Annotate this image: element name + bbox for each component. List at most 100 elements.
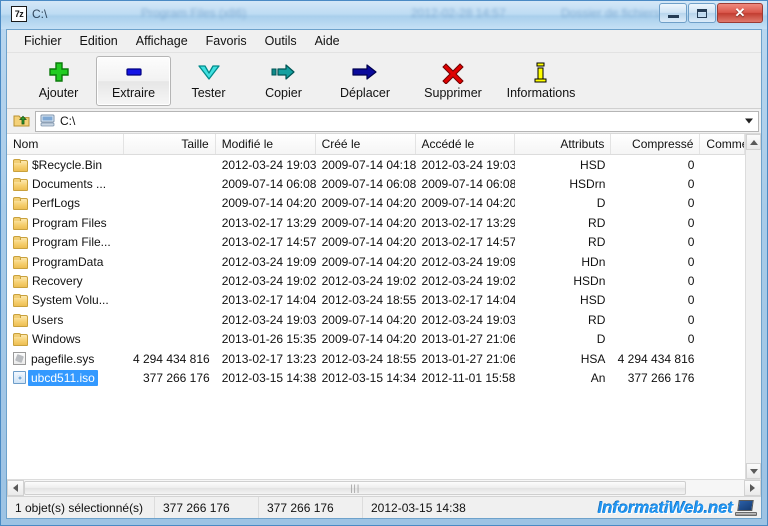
menu-item-favoris[interactable]: Favoris	[197, 31, 256, 51]
table-row[interactable]: Users2012-03-24 19:032009-07-14 04:20201…	[7, 310, 745, 329]
toolbar-button-extraire[interactable]: Extraire	[96, 56, 171, 106]
address-input[interactable]: C:\	[35, 111, 759, 132]
system-file-icon	[13, 352, 26, 365]
cell-created: 2009-07-14 04:20	[316, 216, 416, 230]
menu-item-edition[interactable]: Edition	[71, 31, 127, 51]
seven-zip-window: Program Files (x86) 2012-02-28 14:57 Dos…	[0, 0, 768, 526]
cell-attributes: HDn	[515, 255, 611, 269]
column-header-commentaire[interactable]: Comme	[700, 134, 745, 154]
toolbar-label-deplacer: Déplacer	[340, 86, 390, 100]
cell-accessed: 2012-03-24 19:02	[416, 274, 516, 288]
horizontal-scrollbar[interactable]: |||	[7, 479, 761, 496]
chevron-down-icon	[196, 60, 222, 84]
column-header-attributs[interactable]: Attributs	[515, 134, 611, 154]
vertical-scroll-track[interactable]	[746, 150, 761, 463]
toolbar-label-informations: Informations	[507, 86, 576, 100]
maximize-icon	[697, 9, 707, 18]
cell-compressed: 0	[611, 216, 700, 230]
cell-accessed: 2012-03-24 19:03	[416, 158, 516, 172]
iso-file-icon	[13, 371, 26, 384]
table-row[interactable]: System Volu...2013-02-17 14:042012-03-24…	[7, 291, 745, 310]
cell-modified: 2013-02-17 14:04	[216, 293, 316, 307]
column-header-taille[interactable]: Taille	[124, 134, 216, 154]
cell-name: pagefile.sys	[7, 352, 124, 366]
file-name: Users	[32, 313, 63, 327]
cell-name: Users	[7, 313, 124, 327]
maximize-button[interactable]	[688, 3, 716, 23]
toolbar-button-tester[interactable]: Tester	[171, 56, 246, 106]
folder-icon	[13, 159, 27, 171]
toolbar-button-deplacer[interactable]: Déplacer	[321, 56, 409, 106]
scroll-down-button[interactable]	[746, 463, 761, 479]
cell-size: 377 266 176	[124, 371, 216, 385]
background-window-ghost-text-3: Dossier de fichiers	[561, 6, 660, 20]
toolbar-label-supprimer: Supprimer	[424, 86, 482, 100]
horizontal-scroll-thumb[interactable]: |||	[24, 481, 686, 495]
toolbar-button-supprimer[interactable]: Supprimer	[409, 56, 497, 106]
table-row[interactable]: ubcd511.iso377 266 1762012-03-15 14:3820…	[7, 368, 745, 387]
column-header-nom[interactable]: Nom	[7, 134, 124, 154]
table-row[interactable]: Recovery2012-03-24 19:022012-03-24 19:02…	[7, 271, 745, 290]
table-row[interactable]: pagefile.sys4 294 434 8162013-02-17 13:2…	[7, 349, 745, 368]
column-header-compresse[interactable]: Compressé	[611, 134, 700, 154]
table-row[interactable]: PerfLogs2009-07-14 04:202009-07-14 04:20…	[7, 194, 745, 213]
scroll-left-button[interactable]	[7, 480, 24, 496]
table-row[interactable]: Documents ...2009-07-14 06:082009-07-14 …	[7, 174, 745, 193]
toolbar-label-tester: Tester	[191, 86, 225, 100]
cell-created: 2009-07-14 06:08	[316, 177, 416, 191]
cell-attributes: HSD	[515, 158, 611, 172]
window-title: C:\	[32, 7, 47, 21]
cell-modified: 2009-07-14 04:20	[216, 196, 316, 210]
column-headers: Nom Taille Modifié le Créé le Accédé le …	[7, 134, 745, 155]
table-row[interactable]: Program File...2013-02-17 14:572009-07-1…	[7, 233, 745, 252]
toolbar-button-ajouter[interactable]: Ajouter	[21, 56, 96, 106]
column-header-cree-le[interactable]: Créé le	[316, 134, 416, 154]
file-name: PerfLogs	[32, 196, 80, 210]
table-row[interactable]: Windows2013-01-26 15:352009-07-14 04:202…	[7, 330, 745, 349]
laptop-icon	[735, 500, 757, 516]
scroll-up-button[interactable]	[746, 134, 761, 150]
chevron-down-icon[interactable]	[745, 119, 753, 124]
menu-item-aide[interactable]: Aide	[306, 31, 349, 51]
cell-modified: 2013-02-17 14:57	[216, 235, 316, 249]
cell-compressed: 0	[611, 235, 700, 249]
menu-item-affichage[interactable]: Affichage	[127, 31, 197, 51]
watermark: InformatiWeb.net	[598, 497, 757, 519]
cell-name: System Volu...	[7, 293, 124, 307]
toolbar-button-copier[interactable]: Copier	[246, 56, 321, 106]
cell-compressed: 0	[611, 158, 700, 172]
table-row[interactable]: $Recycle.Bin2012-03-24 19:032009-07-14 0…	[7, 155, 745, 174]
cell-name: PerfLogs	[7, 196, 124, 210]
cell-attributes: D	[515, 332, 611, 346]
column-header-modifie-le[interactable]: Modifié le	[216, 134, 316, 154]
cell-name: Program File...	[7, 235, 124, 249]
go-up-button[interactable]	[9, 111, 33, 132]
table-row[interactable]: Program Files2013-02-17 13:292009-07-14 …	[7, 213, 745, 232]
file-rows: $Recycle.Bin2012-03-24 19:032009-07-14 0…	[7, 155, 745, 479]
window-controls: ✕	[659, 3, 763, 23]
cell-compressed: 0	[611, 196, 700, 210]
table-row[interactable]: ProgramData2012-03-24 19:092009-07-14 04…	[7, 252, 745, 271]
horizontal-scroll-track[interactable]: |||	[24, 480, 744, 496]
toolbar-button-informations[interactable]: Informations	[497, 56, 585, 106]
vertical-scrollbar[interactable]	[745, 134, 761, 479]
cell-name: ProgramData	[7, 255, 124, 269]
scroll-right-button[interactable]	[744, 480, 761, 496]
status-selection: 1 objet(s) sélectionné(s)	[7, 497, 155, 518]
column-header-accede-le[interactable]: Accédé le	[416, 134, 516, 154]
delete-cross-icon	[441, 60, 465, 84]
cell-created: 2009-07-14 04:20	[316, 313, 416, 327]
move-arrow-icon	[351, 60, 379, 84]
menu-item-outils[interactable]: Outils	[256, 31, 306, 51]
toolbar: Ajouter Extraire Tester	[7, 53, 761, 109]
cell-attributes: HSD	[515, 293, 611, 307]
file-list: Nom Taille Modifié le Créé le Accédé le …	[7, 133, 761, 479]
minimize-button[interactable]	[659, 3, 687, 23]
menu-item-fichier[interactable]: Fichier	[15, 31, 71, 51]
close-button[interactable]: ✕	[717, 3, 763, 23]
toolbar-label-copier: Copier	[265, 86, 302, 100]
file-name: $Recycle.Bin	[32, 158, 102, 172]
cell-compressed: 0	[611, 313, 700, 327]
cell-accessed: 2013-01-27 21:06	[416, 332, 516, 346]
status-compressed-size: 377 266 176	[259, 497, 363, 518]
